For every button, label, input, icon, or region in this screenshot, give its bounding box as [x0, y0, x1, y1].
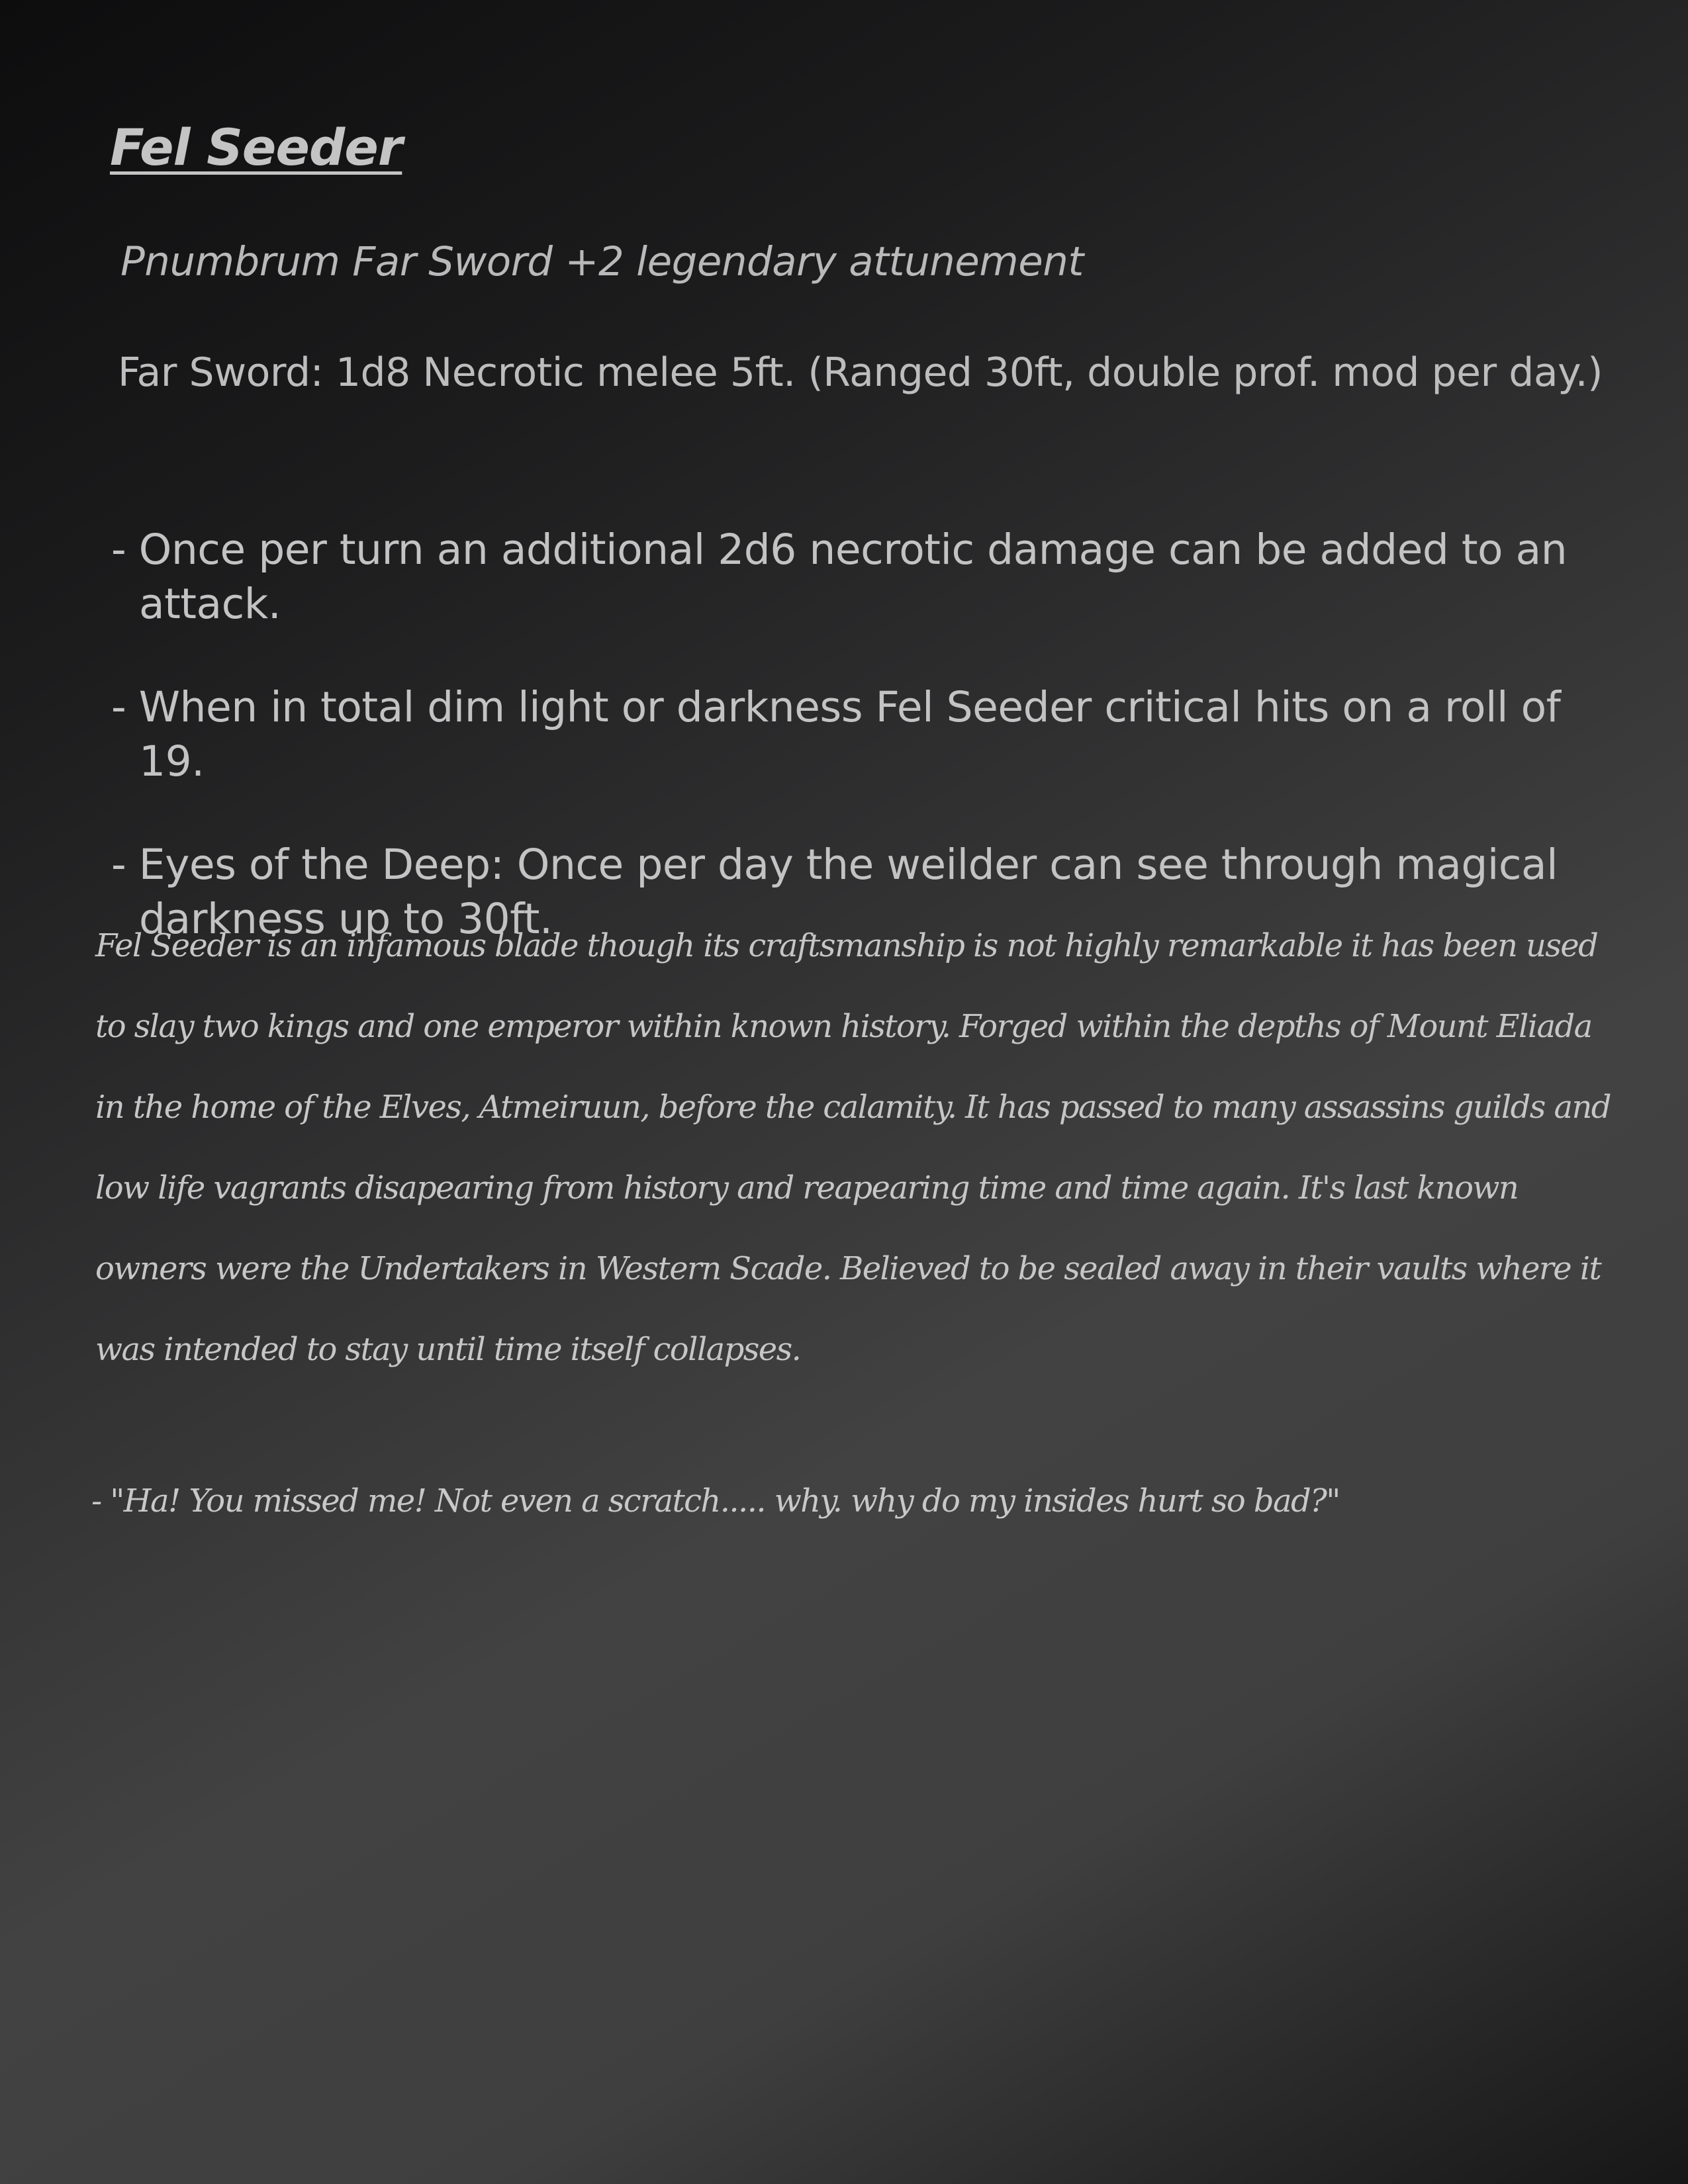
- item-title: Fel Seeder: [110, 118, 402, 177]
- weapon-stat-line: Far Sword: 1d8 Necrotic melee 5ft. (Rang…: [118, 349, 1603, 396]
- flavor-quote: - "Ha! You missed me! Not even a scratch…: [91, 1482, 1340, 1520]
- feature-item: - When in total dim light or darkness Fe…: [111, 683, 1561, 786]
- lore-paragraph: Fel Seeder is an infamous blade though i…: [95, 927, 1612, 1368]
- item-card: Fel Seeder Pnumbrum Far Sword +2 legenda…: [0, 0, 1688, 2184]
- item-subtitle: Pnumbrum Far Sword +2 legendary attuneme…: [120, 238, 1084, 285]
- feature-item: - Once per turn an additional 2d6 necrot…: [111, 525, 1568, 628]
